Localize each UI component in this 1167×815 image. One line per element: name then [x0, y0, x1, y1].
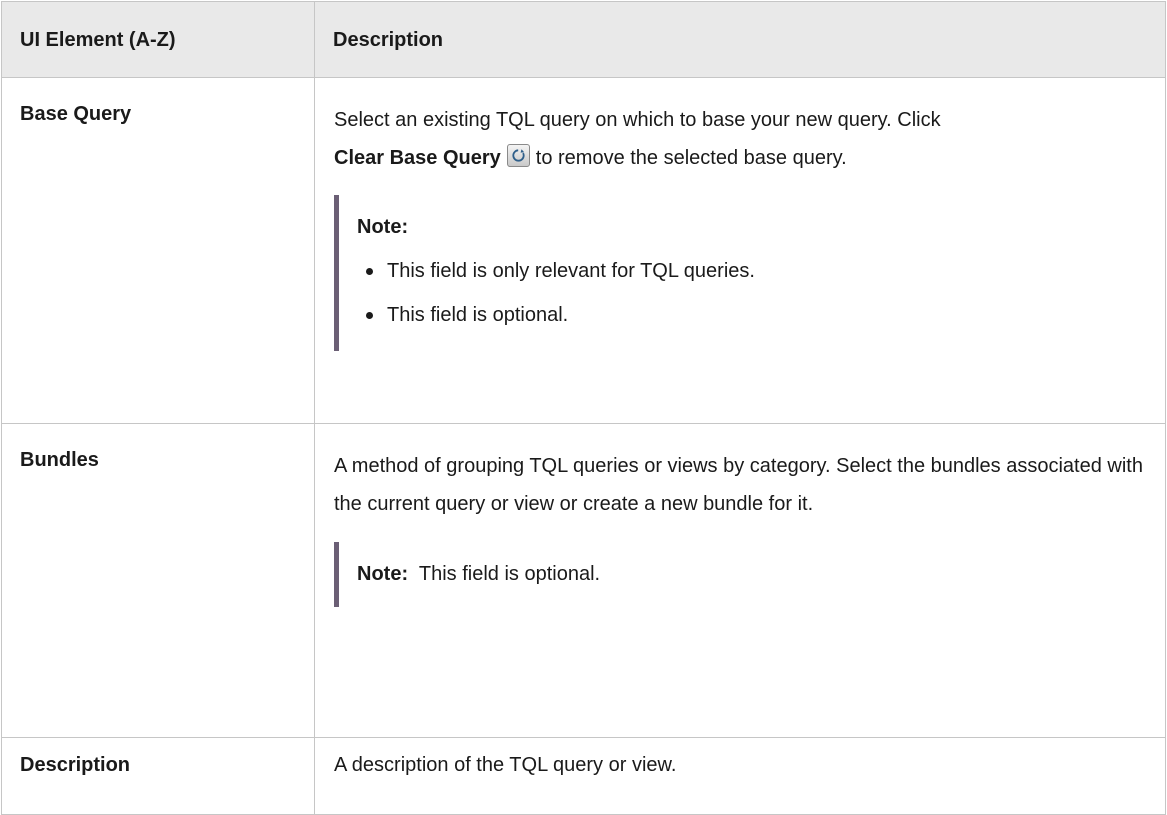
note-text: This field is optional.	[418, 563, 601, 585]
clear-base-query-label: Clear Base Query	[334, 147, 501, 169]
list-item: This field is optional.	[357, 303, 1147, 327]
description-text: A method of grouping TQL queries or view…	[334, 455, 1143, 515]
bullet-text: This field is only relevant for TQL quer…	[387, 260, 755, 282]
element-name-description: Description	[1, 737, 315, 815]
description-part: Select an existing TQL query on which to…	[334, 109, 941, 131]
table-row: Bundles A method of grouping TQL queries…	[1, 423, 1166, 738]
note-bullet-list: This field is only relevant for TQL quer…	[357, 259, 1147, 327]
note-title: Note:	[357, 216, 409, 238]
header-description: Description	[314, 1, 1166, 78]
description-part: to remove the selected base query.	[535, 147, 847, 169]
description-text: A description of the TQL query or view.	[334, 754, 677, 776]
list-item: This field is only relevant for TQL quer…	[357, 259, 1147, 283]
note-box: Note: This field is only relevant for TQ…	[334, 195, 1147, 351]
note-box: Note: This field is optional.	[334, 542, 1147, 607]
note-inline: Note: This field is optional.	[357, 563, 600, 585]
bullet-icon	[366, 312, 373, 319]
header-ui-element: UI Element (A-Z)	[1, 1, 315, 78]
table-row: Description A description of the TQL que…	[1, 737, 1166, 815]
clear-base-query-icon[interactable]	[506, 144, 530, 167]
table-row: Base Query Select an existing TQL query …	[1, 77, 1166, 424]
ui-elements-table: UI Element (A-Z) Description Base Query …	[1, 1, 1166, 815]
table-header-row: UI Element (A-Z) Description	[1, 1, 1166, 78]
element-name-base-query: Base Query	[1, 77, 315, 424]
description-text: Select an existing TQL query on which to…	[334, 101, 1147, 177]
description-cell: A method of grouping TQL queries or view…	[314, 423, 1166, 738]
description-cell: A description of the TQL query or view.	[314, 737, 1166, 815]
bullet-icon	[366, 268, 373, 275]
description-cell: Select an existing TQL query on which to…	[314, 77, 1166, 424]
note-label: Note:	[357, 563, 409, 585]
bullet-text: This field is optional.	[387, 304, 569, 326]
element-name-bundles: Bundles	[1, 423, 315, 738]
